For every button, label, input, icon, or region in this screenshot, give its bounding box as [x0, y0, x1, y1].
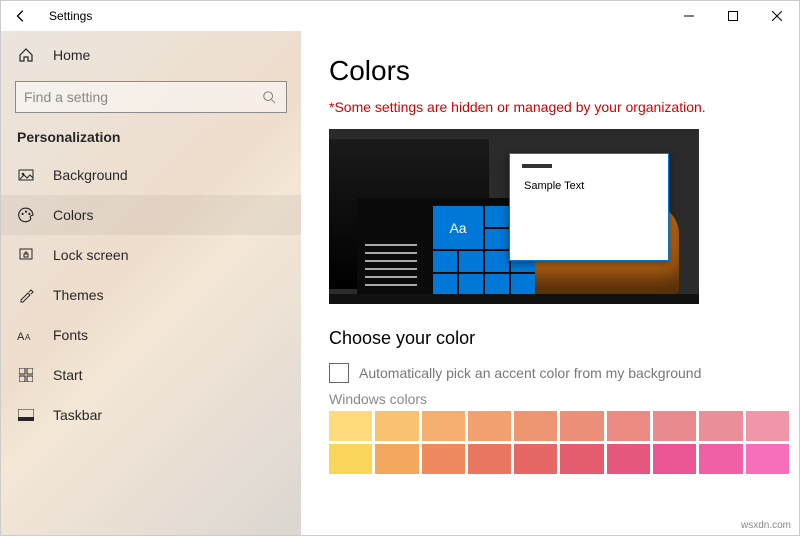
- start-icon: [17, 366, 35, 384]
- home-icon: [17, 46, 35, 64]
- color-swatch[interactable]: [514, 444, 557, 474]
- sidebar-item-label: Background: [53, 167, 128, 183]
- color-swatch[interactable]: [699, 411, 742, 441]
- sidebar-item-label: Themes: [53, 287, 104, 303]
- color-swatch[interactable]: [375, 444, 418, 474]
- search-input[interactable]: [24, 89, 260, 105]
- home-label: Home: [53, 47, 90, 63]
- auto-pick-accent-checkbox[interactable]: [329, 363, 349, 383]
- sidebar-item-background[interactable]: Background: [1, 155, 301, 195]
- close-icon: [772, 11, 782, 21]
- minimize-button[interactable]: [667, 1, 711, 31]
- svg-text:A: A: [25, 333, 31, 342]
- page-title: Colors: [329, 55, 771, 87]
- search-icon: [260, 88, 278, 106]
- arrow-left-icon: [14, 9, 28, 23]
- home-nav[interactable]: Home: [1, 35, 301, 75]
- settings-window: Settings Home Personalization: [0, 0, 800, 536]
- sidebar-item-taskbar[interactable]: Taskbar: [1, 395, 301, 435]
- color-swatch[interactable]: [422, 411, 465, 441]
- color-swatch[interactable]: [560, 411, 603, 441]
- sidebar: Home Personalization Background Colors Loc…: [1, 31, 301, 535]
- sidebar-section-title: Personalization: [1, 123, 301, 155]
- maximize-button[interactable]: [711, 1, 755, 31]
- color-swatch[interactable]: [514, 411, 557, 441]
- auto-pick-accent-label: Automatically pick an accent color from …: [359, 365, 701, 381]
- color-swatch[interactable]: [468, 411, 511, 441]
- color-swatch[interactable]: [607, 444, 650, 474]
- sidebar-item-label: Fonts: [53, 327, 88, 343]
- color-preview: Aa Sample Text: [329, 129, 699, 304]
- lockscreen-icon: [17, 246, 35, 264]
- preview-tile-text: Aa: [433, 206, 483, 249]
- minimize-icon: [684, 11, 694, 21]
- sidebar-item-label: Start: [53, 367, 83, 383]
- color-swatch[interactable]: [468, 444, 511, 474]
- color-swatch[interactable]: [653, 444, 696, 474]
- palette-icon: [17, 206, 35, 224]
- sidebar-item-fonts[interactable]: AA Fonts: [1, 315, 301, 355]
- titlebar: Settings: [1, 1, 799, 31]
- svg-text:A: A: [17, 331, 25, 342]
- sidebar-item-label: Colors: [53, 207, 93, 223]
- main-content: Colors *Some settings are hidden or mana…: [301, 31, 799, 535]
- color-swatch[interactable]: [746, 444, 789, 474]
- close-button[interactable]: [755, 1, 799, 31]
- color-swatch[interactable]: [699, 444, 742, 474]
- sidebar-item-label: Taskbar: [53, 407, 102, 423]
- window-title: Settings: [41, 9, 92, 23]
- color-swatches: [329, 411, 789, 474]
- picture-icon: [17, 166, 35, 184]
- search-box[interactable]: [15, 81, 287, 113]
- choose-color-heading: Choose your color: [329, 328, 771, 349]
- color-swatch[interactable]: [607, 411, 650, 441]
- color-swatch[interactable]: [746, 411, 789, 441]
- color-swatch[interactable]: [560, 444, 603, 474]
- preview-sample-text: Sample Text: [510, 154, 668, 192]
- sidebar-item-start[interactable]: Start: [1, 355, 301, 395]
- maximize-icon: [728, 11, 738, 21]
- color-swatch[interactable]: [653, 411, 696, 441]
- color-swatch[interactable]: [375, 411, 418, 441]
- themes-icon: [17, 286, 35, 304]
- back-button[interactable]: [1, 9, 41, 23]
- color-swatch[interactable]: [329, 444, 372, 474]
- fonts-icon: AA: [17, 326, 35, 344]
- color-swatch[interactable]: [422, 444, 465, 474]
- color-swatch[interactable]: [329, 411, 372, 441]
- sidebar-item-themes[interactable]: Themes: [1, 275, 301, 315]
- sidebar-item-label: Lock screen: [53, 247, 128, 263]
- sidebar-item-lock-screen[interactable]: Lock screen: [1, 235, 301, 275]
- watermark: wsxdn.com: [741, 520, 791, 531]
- taskbar-icon: [17, 406, 35, 424]
- org-managed-notice: *Some settings are hidden or managed by …: [329, 99, 771, 115]
- windows-colors-label: Windows colors: [329, 391, 771, 407]
- sidebar-item-colors[interactable]: Colors: [1, 195, 301, 235]
